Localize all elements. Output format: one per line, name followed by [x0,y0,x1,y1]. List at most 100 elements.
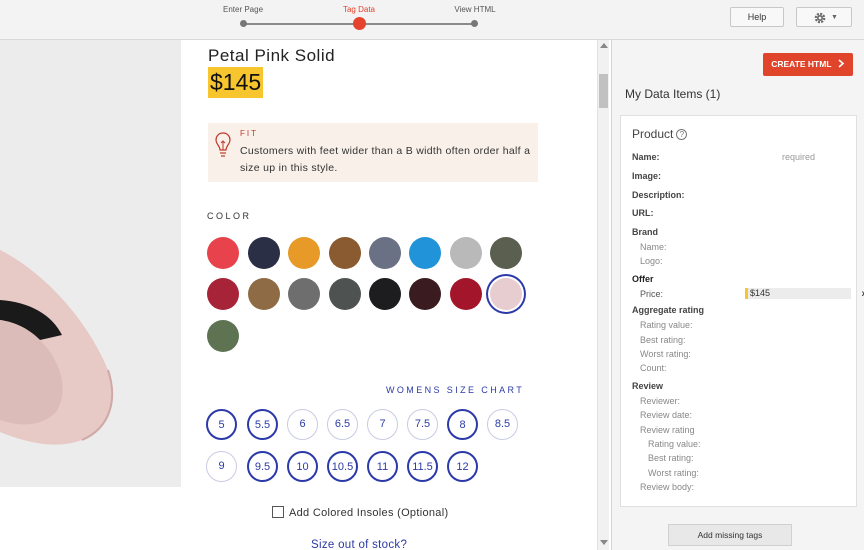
field-label[interactable]: Rating value: [640,320,693,330]
remove-price-button[interactable]: x [858,288,864,299]
add-missing-tags-button[interactable]: Add missing tags [668,524,792,546]
field-label[interactable]: Name: [640,242,667,252]
settings-button[interactable]: ▼ [796,7,852,27]
content-scrollbar[interactable] [597,40,609,550]
field-label[interactable]: Aggregate rating [632,305,704,315]
shoe-image [0,40,181,487]
step-enter-page[interactable]: Enter Page [193,5,293,17]
step-dot-tag-data[interactable] [353,17,366,30]
step-tag-data[interactable]: Tag Data [309,5,409,17]
step-view-html[interactable]: View HTML [425,5,525,17]
required-hint: required [782,152,816,162]
size-option[interactable]: 8 [447,409,478,440]
color-swatch[interactable] [207,278,239,310]
field-label[interactable]: URL: [632,208,654,218]
field-label[interactable]: Logo: [640,256,663,266]
product-title: Petal Pink Solid [208,46,336,65]
my-data-items-heading: My Data Items (1) [625,87,721,101]
size-option[interactable]: 9.5 [247,451,278,482]
size-out-of-stock-link[interactable]: Size out of stock? [311,539,407,550]
product-details: Petal Pink Solid $145 FIT Customers with… [181,40,597,550]
size-option[interactable]: 5 [206,409,237,440]
size-option[interactable]: 12 [447,451,478,482]
step-label: View HTML [454,5,496,14]
size-option[interactable]: 10.5 [327,451,358,482]
price-tag-value[interactable]: $145 [745,288,851,299]
data-items-panel: CREATE HTML My Data Items (1) Product? r… [611,40,864,550]
chevron-down-icon: ▼ [831,14,838,21]
card-title-text: Product [632,127,674,141]
color-swatch[interactable] [490,237,522,269]
create-html-button[interactable]: CREATE HTML [763,53,853,76]
fit-text: Customers with feet wider than a B width… [240,145,531,174]
field-label[interactable]: Review body: [640,482,694,492]
field-label[interactable]: Offer [632,274,654,284]
size-option[interactable]: 6.5 [327,409,358,440]
scroll-up-icon[interactable] [600,43,608,48]
create-html-label: CREATE HTML [771,59,832,69]
color-swatch[interactable] [248,278,280,310]
color-swatch[interactable] [248,237,280,269]
field-label[interactable]: Worst rating: [640,349,691,359]
color-swatch[interactable] [207,320,239,352]
chevron-right-icon [838,59,844,68]
scroll-thumb[interactable] [599,74,608,108]
field-label[interactable]: Best rating: [648,453,694,463]
size-option[interactable]: 11.5 [407,451,438,482]
color-swatch[interactable] [450,237,482,269]
field-label[interactable]: Review [632,381,663,391]
field-label[interactable]: Review rating [640,425,695,435]
field-label[interactable]: Description: [632,190,685,200]
size-chart-link[interactable]: WOMENS SIZE CHART [386,385,524,395]
help-button[interactable]: Help [730,7,784,27]
color-swatch[interactable] [369,237,401,269]
color-swatch[interactable] [450,278,482,310]
step-label: Tag Data [342,5,376,14]
app-root: Enter Page Tag Data View HTML Help ▼ Pet… [0,0,864,550]
size-option[interactable]: 8.5 [487,409,518,440]
insoles-checkbox[interactable] [272,506,284,518]
insoles-option[interactable]: Add Colored Insoles (Optional) [272,506,448,519]
product-price[interactable]: $145 [208,67,264,98]
insoles-label: Add Colored Insoles (Optional) [289,507,449,519]
color-label: COLOR [207,211,252,221]
field-label[interactable]: Reviewer: [640,396,680,406]
color-swatch[interactable] [207,237,239,269]
color-swatch[interactable] [409,278,441,310]
fit-notice: FIT Customers with feet wider than a B w… [208,123,538,182]
step-dot-enter-page[interactable] [240,20,247,27]
lightbulb-icon [215,132,231,157]
field-label[interactable]: Price: [640,289,663,299]
field-label[interactable]: Review date: [640,410,692,420]
card-title: Product? [632,127,688,141]
size-option[interactable]: 7 [367,409,398,440]
size-option[interactable]: 6 [287,409,318,440]
help-icon[interactable]: ? [676,129,688,140]
color-swatch[interactable] [490,278,522,310]
product-data-card: Product? required Name: Image: Description… [620,115,864,507]
field-label[interactable]: Image: [632,171,661,181]
field-label[interactable]: Brand [632,227,658,237]
size-option[interactable]: 5.5 [247,409,278,440]
color-swatch[interactable] [369,278,401,310]
color-swatch[interactable] [288,237,320,269]
color-swatch[interactable] [329,278,361,310]
scroll-down-icon[interactable] [600,540,608,545]
size-option[interactable]: 10 [287,451,318,482]
color-swatch[interactable] [288,278,320,310]
gear-icon [814,12,826,24]
color-swatch[interactable] [409,237,441,269]
size-option[interactable]: 9 [206,451,237,482]
step-dot-view-html[interactable] [471,20,478,27]
field-label[interactable]: Rating value: [648,439,701,449]
fit-label: FIT [240,129,258,138]
product-image [0,40,181,487]
field-label[interactable]: Best rating: [640,335,686,345]
size-option[interactable]: 11 [367,451,398,482]
color-swatch[interactable] [329,237,361,269]
field-label[interactable]: Worst rating: [648,468,699,478]
field-label[interactable]: Count: [640,363,667,373]
size-option[interactable]: 7.5 [407,409,438,440]
wizard-steps: Enter Page Tag Data View HTML [200,0,520,40]
field-label[interactable]: Name: [632,152,660,162]
